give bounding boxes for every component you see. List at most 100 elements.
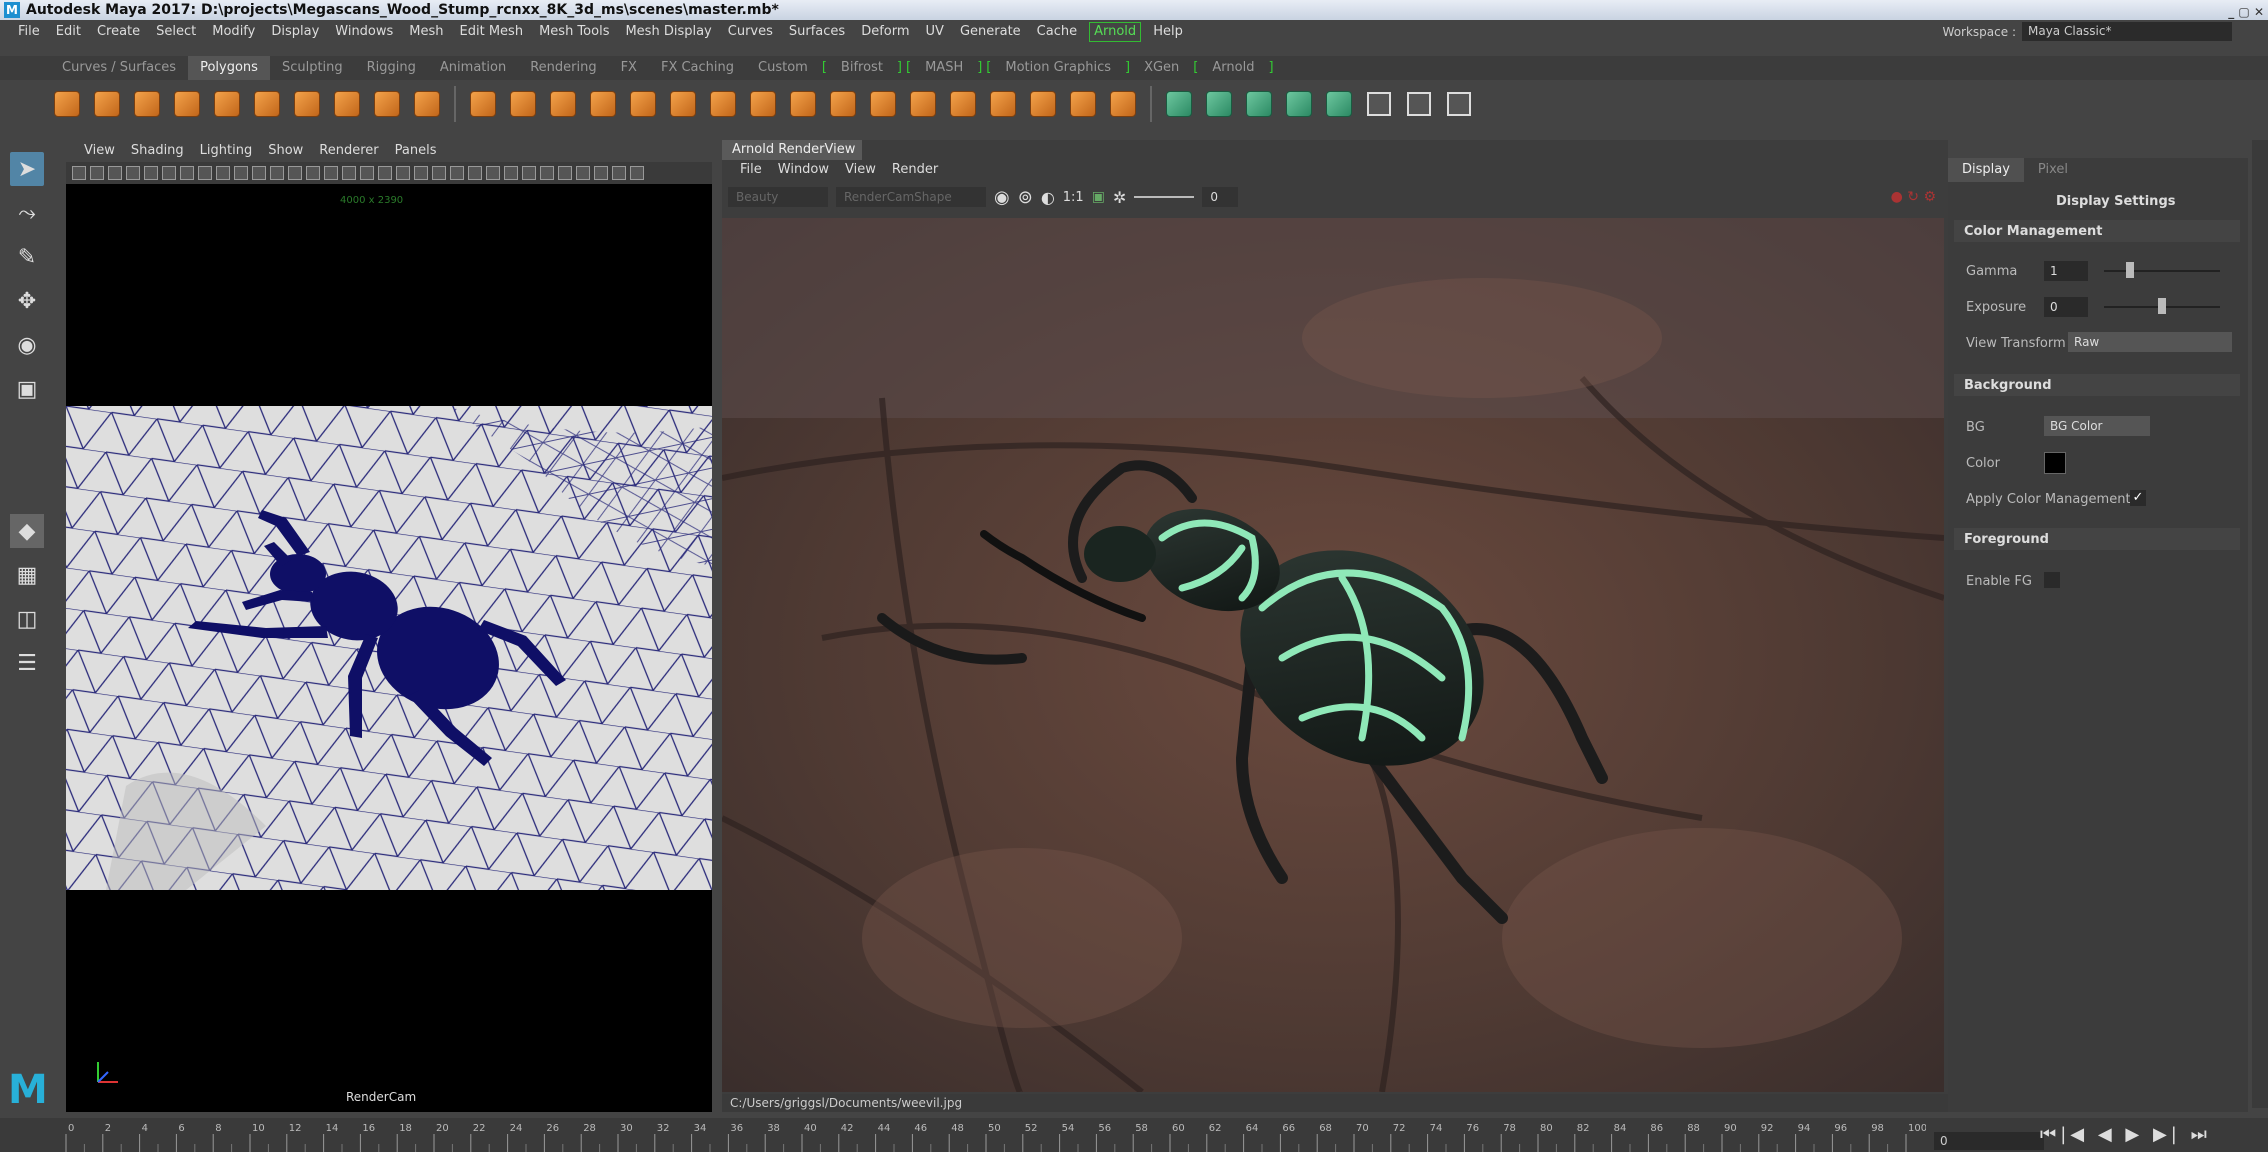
viewport-tool-6-icon[interactable] xyxy=(180,166,194,180)
viewport-tool-30-icon[interactable] xyxy=(612,166,626,180)
shelf-tool-14-icon[interactable] xyxy=(586,87,620,121)
viewport-tool-19-icon[interactable] xyxy=(414,166,428,180)
viewport-menu-shading[interactable]: Shading xyxy=(123,140,192,162)
menu-edit-mesh[interactable]: Edit Mesh xyxy=(452,20,532,44)
shelf-tool-19-icon[interactable] xyxy=(786,87,820,121)
menu-display[interactable]: Display xyxy=(263,20,327,44)
viewport-tool-20-icon[interactable] xyxy=(432,166,446,180)
menu-uv[interactable]: UV xyxy=(918,20,952,44)
workspace-dropdown[interactable]: Maya Classic* xyxy=(2022,22,2232,41)
move-tool-icon[interactable]: ✥ xyxy=(10,284,44,318)
viewport-tool-16-icon[interactable] xyxy=(360,166,374,180)
viewport-tool-22-icon[interactable] xyxy=(468,166,482,180)
lasso-tool-icon[interactable]: ⤳ xyxy=(10,196,44,230)
viewport-tool-3-icon[interactable] xyxy=(126,166,140,180)
viewport-tool-13-icon[interactable] xyxy=(306,166,320,180)
viewport-tool-29-icon[interactable] xyxy=(594,166,608,180)
shelf-tab-polygons[interactable]: Polygons xyxy=(188,56,270,80)
gamma-slider-knob[interactable] xyxy=(2126,262,2134,278)
bg-color-swatch[interactable] xyxy=(2044,452,2066,474)
viewport-wireframe-mesh[interactable] xyxy=(66,406,712,890)
shelf-tool-5-icon[interactable] xyxy=(250,87,284,121)
paint-select-tool-icon[interactable]: ✎ xyxy=(10,240,44,274)
shelf-tool-0-icon[interactable] xyxy=(50,87,84,121)
shelf-tab-xgen[interactable]: XGen xyxy=(1132,56,1191,80)
shelf-tool-23-icon[interactable] xyxy=(946,87,980,121)
shelf-tool-9-icon[interactable] xyxy=(410,87,444,121)
playback-controls[interactable]: ⏮|◀ ◀ ▶ ▶| ⏭ xyxy=(2040,1124,2211,1145)
menu-generate[interactable]: Generate xyxy=(952,20,1029,44)
menu-cache[interactable]: Cache xyxy=(1029,20,1085,44)
viewport-tool-24-icon[interactable] xyxy=(504,166,518,180)
rgb-channel-icon[interactable]: ◐ xyxy=(1041,188,1055,207)
shelf-tool-26-icon[interactable] xyxy=(1066,87,1100,121)
shelf-tab-rigging[interactable]: Rigging xyxy=(355,56,428,80)
gamma-slider[interactable] xyxy=(2104,270,2220,272)
camera-dropdown[interactable]: RenderCamShape xyxy=(836,187,986,207)
menu-help[interactable]: Help xyxy=(1145,20,1191,44)
viewport-tool-25-icon[interactable] xyxy=(522,166,536,180)
scale-tool-icon[interactable]: ▣ xyxy=(10,372,44,406)
viewport-tool-18-icon[interactable] xyxy=(396,166,410,180)
shelf-tool-13-icon[interactable] xyxy=(546,87,580,121)
select-tool-icon[interactable]: ➤ xyxy=(10,152,44,186)
menu-file[interactable]: File xyxy=(10,20,48,44)
shelf-tool-17-icon[interactable] xyxy=(706,87,740,121)
shelf-tool-8-icon[interactable] xyxy=(370,87,404,121)
shelf-tab-motion-graphics[interactable]: Motion Graphics xyxy=(993,56,1123,80)
shelf-tab-fx-caching[interactable]: FX Caching xyxy=(649,56,746,80)
shelf-tab-rendering[interactable]: Rendering xyxy=(518,56,608,80)
menu-create[interactable]: Create xyxy=(89,20,148,44)
viewport-tool-10-icon[interactable] xyxy=(252,166,266,180)
stop-render-icon[interactable]: ● ↻ ⚙ xyxy=(1891,189,1936,205)
viewport-tool-23-icon[interactable] xyxy=(486,166,500,180)
shelf-tool-11-icon[interactable] xyxy=(466,87,500,121)
menu-mesh-tools[interactable]: Mesh Tools xyxy=(531,20,617,44)
menu-select[interactable]: Select xyxy=(148,20,204,44)
shelf-tool-15-icon[interactable] xyxy=(626,87,660,121)
menu-mesh-display[interactable]: Mesh Display xyxy=(617,20,719,44)
gamma-input[interactable]: 1 xyxy=(2044,261,2088,281)
shelf-tool-35-icon[interactable] xyxy=(1402,87,1436,121)
region-render-icon[interactable]: ⊚ xyxy=(1018,187,1033,208)
shelf-tool-33-icon[interactable] xyxy=(1322,87,1356,121)
renderview-menu-render[interactable]: Render xyxy=(884,160,946,180)
viewport-tool-1-icon[interactable] xyxy=(90,166,104,180)
renderview-menu-view[interactable]: View xyxy=(837,160,884,180)
viewport-tool-0-icon[interactable] xyxy=(72,166,86,180)
shelf-tab-custom[interactable]: Custom xyxy=(746,56,820,80)
snapshot-icon[interactable]: ▣ xyxy=(1092,189,1105,205)
shelf-tool-36-icon[interactable] xyxy=(1442,87,1476,121)
viewport-tool-12-icon[interactable] xyxy=(288,166,302,180)
viewport-menu-panels[interactable]: Panels xyxy=(387,140,445,162)
shelf-tool-30-icon[interactable] xyxy=(1202,87,1236,121)
workspace-selector[interactable]: Workspace : Maya Classic* xyxy=(1943,22,2232,41)
menu-arnold[interactable]: Arnold xyxy=(1089,22,1142,42)
shelf-tool-2-icon[interactable] xyxy=(130,87,164,121)
shelf-tool-20-icon[interactable] xyxy=(826,87,860,121)
shelf-tool-22-icon[interactable] xyxy=(906,87,940,121)
shelf-tool-7-icon[interactable] xyxy=(330,87,364,121)
shelf-tab-animation[interactable]: Animation xyxy=(428,56,518,80)
four-view-layout-icon[interactable]: ▦ xyxy=(10,558,44,592)
menu-surfaces[interactable]: Surfaces xyxy=(781,20,853,44)
viewport-tool-17-icon[interactable] xyxy=(378,166,392,180)
apply-color-management-checkbox[interactable]: ✓ xyxy=(2130,490,2146,506)
panel-tab-display[interactable]: Display xyxy=(1948,158,2024,182)
shelf-tab-arnold[interactable]: Arnold xyxy=(1200,56,1266,80)
side-tab-strip[interactable] xyxy=(2252,140,2268,1108)
viewport-tool-7-icon[interactable] xyxy=(198,166,212,180)
aov-dropdown[interactable]: Beauty xyxy=(728,187,828,207)
shelf-tab-bifrost[interactable]: Bifrost xyxy=(829,56,895,80)
menu-modify[interactable]: Modify xyxy=(204,20,263,44)
menu-edit[interactable]: Edit xyxy=(48,20,89,44)
viewport-menu-lighting[interactable]: Lighting xyxy=(192,140,261,162)
viewport-menu-show[interactable]: Show xyxy=(260,140,311,162)
viewport-tool-27-icon[interactable] xyxy=(558,166,572,180)
menu-mesh[interactable]: Mesh xyxy=(401,20,451,44)
viewport-tool-4-icon[interactable] xyxy=(144,166,158,180)
viewport-tool-9-icon[interactable] xyxy=(234,166,248,180)
viewport-menu-renderer[interactable]: Renderer xyxy=(311,140,386,162)
renderview-menu-window[interactable]: Window xyxy=(770,160,837,180)
viewport-menu-view[interactable]: View xyxy=(76,140,123,162)
